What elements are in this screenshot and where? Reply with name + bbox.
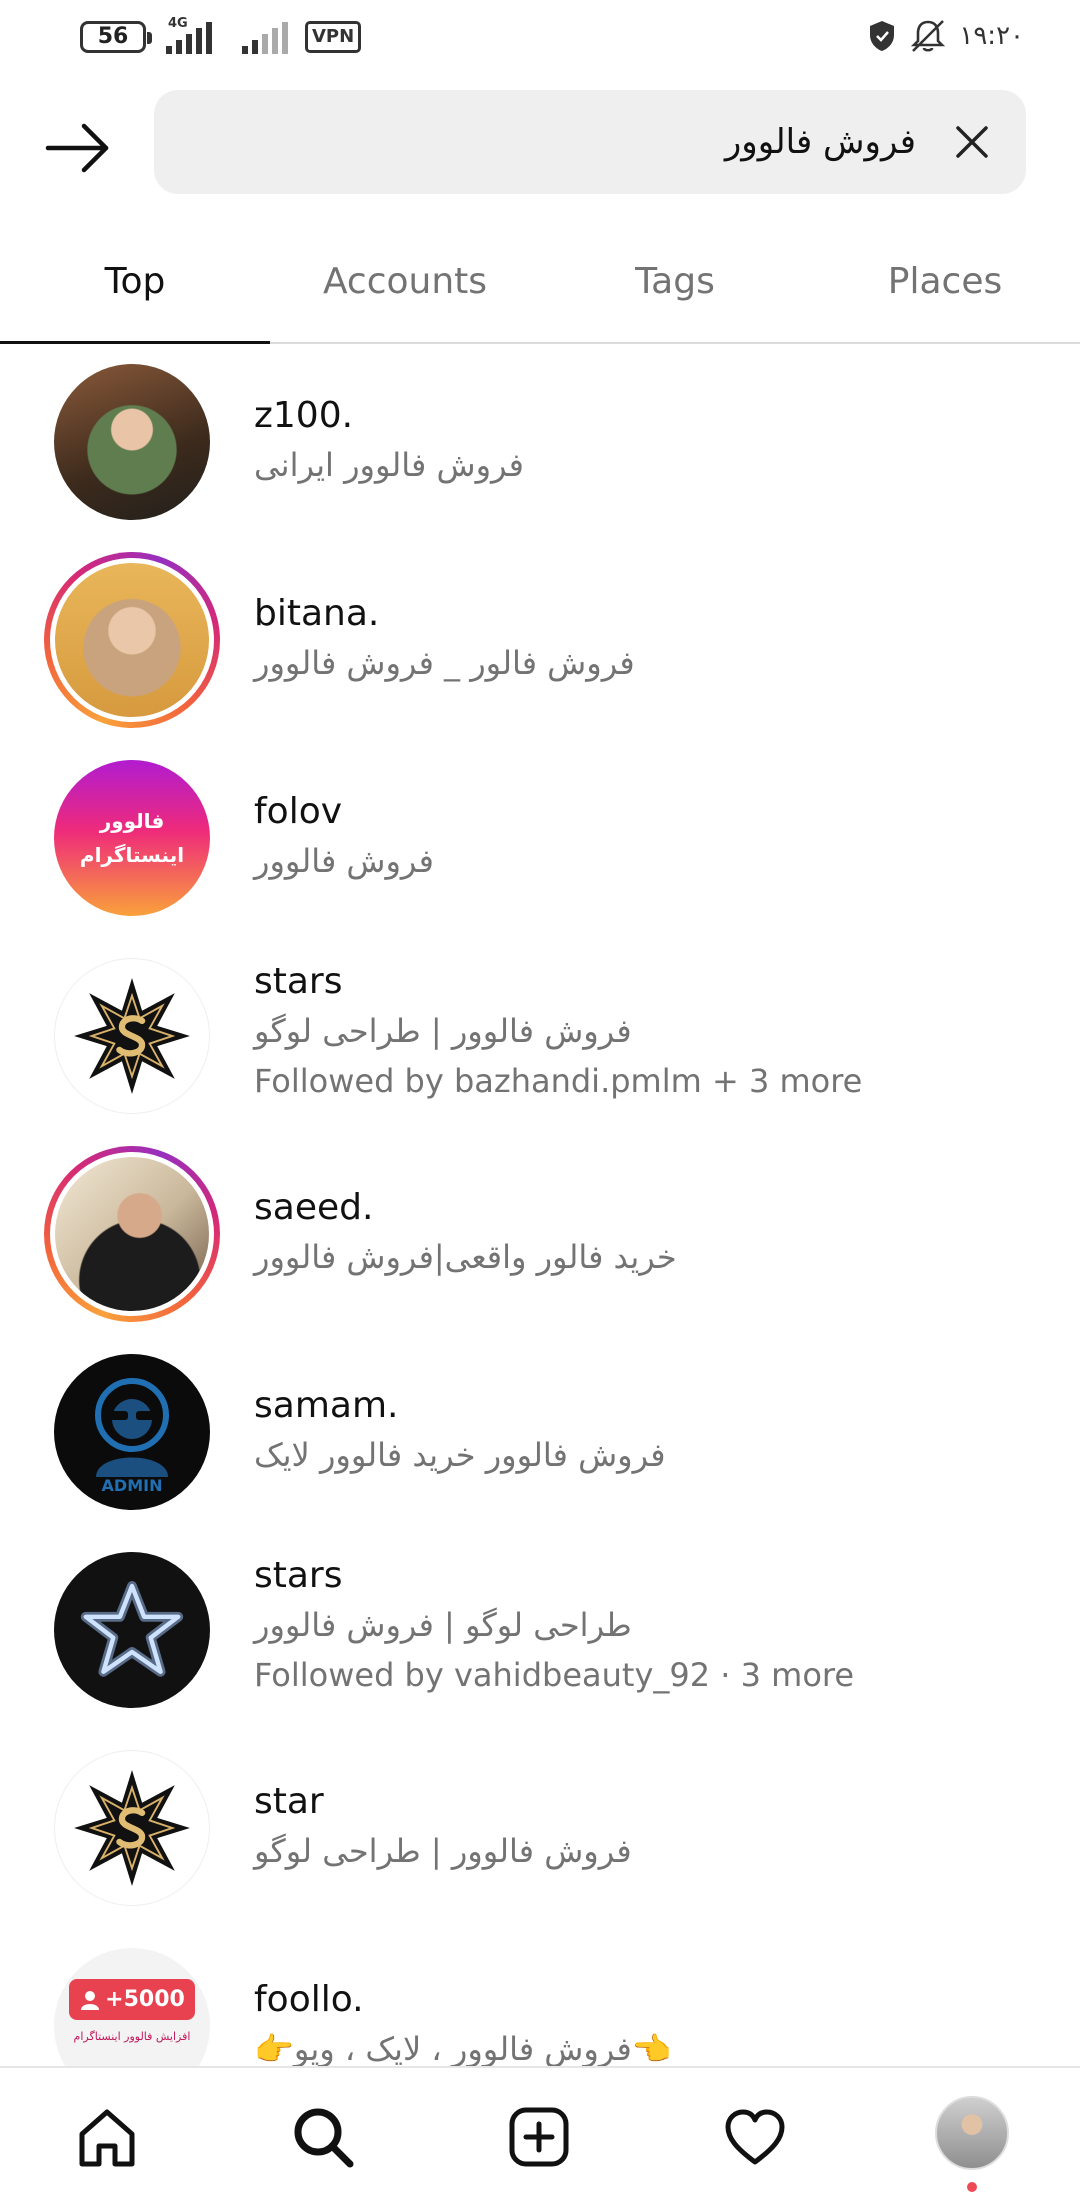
result-username: samam. [254, 1385, 399, 1426]
clear-search-icon[interactable] [948, 118, 996, 166]
follower-badge: +5000 [69, 1979, 195, 2020]
back-arrow-icon[interactable] [44, 122, 110, 174]
search-query[interactable]: فروش فالوور [725, 90, 916, 194]
list-item[interactable]: ADMIN samam. فروش فالوور خرید فالوور لای… [0, 1334, 1080, 1532]
avatar[interactable] [54, 1750, 210, 1906]
result-followed-by: Followed by vahidbeauty_92 · 3 more [254, 1656, 855, 1694]
avatar[interactable]: ADMIN [54, 1354, 210, 1510]
result-bio: فروش فالوور ایرانی [254, 446, 524, 484]
star-logo-icon [74, 978, 190, 1094]
result-username: folov [254, 791, 343, 832]
avatar-story-ring[interactable] [44, 552, 220, 728]
avatar[interactable] [54, 1552, 210, 1708]
result-username: foollo. [254, 1979, 364, 2020]
create-icon[interactable] [506, 2104, 572, 2170]
result-bio: فروش فالور _ فروش فالوور [254, 644, 635, 682]
list-item[interactable]: bitana. فروش فالور _ فروش فالوور [0, 542, 1080, 740]
result-username: stars [254, 1555, 343, 1596]
notification-dot [967, 2182, 977, 2192]
list-item[interactable]: stars طراحی لوگو | فروش فالوور Followed … [0, 1532, 1080, 1730]
avatar-caption: افزایش فالوور اینستاگرام [73, 2030, 191, 2043]
result-username: stars [254, 961, 343, 1002]
result-followed-by: Followed by bazhandi.pmlm + 3 more [254, 1062, 863, 1100]
result-bio: فروش فالوور [254, 842, 434, 880]
star-logo-icon [74, 1770, 190, 1886]
search-tabs: Top Accounts Tags Places [0, 244, 1080, 344]
badge-count: +5000 [105, 1987, 185, 2012]
result-username: saeed. [254, 1187, 374, 1228]
avatar[interactable]: فالوور اینستاگرام [54, 760, 210, 916]
tab-accounts[interactable]: Accounts [270, 244, 540, 342]
avatar-logo-text: ADMIN [102, 1476, 163, 1495]
avatar[interactable] [54, 364, 210, 520]
avatar[interactable] [54, 958, 210, 1114]
avatar-logo-text: اینستاگرام [79, 843, 185, 867]
activity-heart-icon[interactable] [722, 2104, 788, 2170]
admin-logo-icon: ADMIN [95, 1378, 169, 1495]
result-bio: فروش فالوور | طراحی لوگو [254, 1012, 632, 1050]
battery-indicator: 56 [80, 21, 152, 53]
result-username: bitana. [254, 593, 380, 634]
list-item[interactable]: فالوور اینستاگرام folov فروش فالوور [0, 740, 1080, 938]
profile-avatar[interactable] [935, 2096, 1009, 2170]
vpn-badge: VPN [305, 21, 362, 53]
search-icon[interactable] [290, 2104, 356, 2170]
tab-top[interactable]: Top [0, 244, 270, 344]
signal-icon [166, 20, 212, 54]
signal-icon-secondary [242, 20, 288, 54]
bottom-navigation [0, 2066, 1080, 2196]
neon-star-icon [80, 1581, 184, 1677]
user-icon [81, 1990, 100, 2010]
list-item[interactable]: z100. فروش فالوور ایرانی [0, 344, 1080, 542]
result-username: star [254, 1781, 324, 1822]
search-input[interactable]: فروش فالوور [154, 90, 1026, 194]
avatar[interactable]: +5000 افزایش فالوور اینستاگرام [54, 1948, 210, 2066]
tab-tags[interactable]: Tags [540, 244, 810, 342]
list-item[interactable]: +5000 افزایش فالوور اینستاگرام foollo. 👈… [0, 1928, 1080, 2066]
list-item[interactable]: star فروش فالوور | طراحی لوگو [0, 1730, 1080, 1928]
search-results-list: z100. فروش فالوور ایرانی bitana. فروش فا… [0, 344, 1080, 2066]
avatar-logo-text: فالوور [99, 809, 165, 833]
result-bio: فروش فالوور | طراحی لوگو [254, 1832, 632, 1870]
result-bio: طراحی لوگو | فروش فالوور [254, 1606, 632, 1644]
bell-muted-icon [911, 20, 946, 52]
avatar-story-ring[interactable] [44, 1146, 220, 1322]
list-item[interactable]: saeed. خرید فالور واقعی|فروش فالوور [0, 1136, 1080, 1334]
result-bio: فروش فالوور خرید فالوور لایک [254, 1436, 666, 1474]
result-username: z100. [254, 395, 354, 436]
status-bar: 56 4G VPN ۱۹:۲۰ [0, 0, 1080, 72]
status-clock: ۱۹:۲۰ [959, 21, 1024, 51]
result-bio: 👈فروش فالوور ، لایک ، ویو👉 [254, 2030, 672, 2066]
list-item[interactable]: stars فروش فالوور | طراحی لوگو Followed … [0, 938, 1080, 1136]
home-icon[interactable] [74, 2104, 140, 2170]
shield-icon [870, 21, 895, 51]
result-bio: خرید فالور واقعی|فروش فالوور [254, 1238, 677, 1276]
tab-places[interactable]: Places [810, 244, 1080, 342]
